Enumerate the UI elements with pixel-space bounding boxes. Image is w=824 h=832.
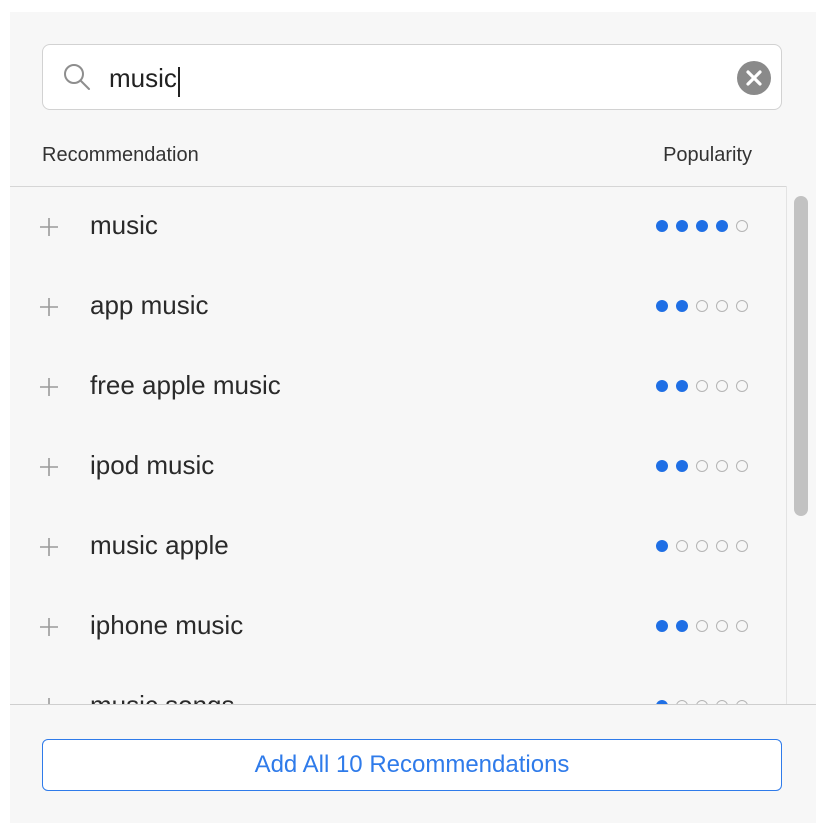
popularity-dot-empty [696,300,708,312]
popularity-dot-empty [696,380,708,392]
plus-icon[interactable] [38,216,60,238]
clear-icon[interactable] [737,61,771,95]
recommendation-label: app music [90,290,209,320]
recommendation-list-viewport: music app music free apple music ipod music… [10,186,816,704]
popularity-dot-filled [656,540,668,552]
popularity-dot-filled [676,380,688,392]
recommendations-panel: music Recommendation Popularity music app… [10,12,816,823]
plus-icon[interactable] [38,456,60,478]
popularity-dot-empty [716,380,728,392]
popularity-indicator [656,540,748,552]
plus-icon[interactable] [38,376,60,398]
add-all-recommendations-button[interactable]: Add All 10 Recommendations [42,739,782,791]
popularity-dot-filled [676,620,688,632]
popularity-dot-filled [656,380,668,392]
popularity-dot-empty [716,540,728,552]
popularity-dot-empty [736,540,748,552]
popularity-dot-empty [736,300,748,312]
list-item[interactable]: free apple music [10,346,786,426]
list-item[interactable]: app music [10,266,786,346]
recommendation-label: ipod music [90,450,215,480]
popularity-dot-empty [696,620,708,632]
search-icon [64,64,90,90]
popularity-dot-filled [656,460,668,472]
popularity-dot-empty [736,460,748,472]
popularity-dot-empty [696,460,708,472]
recommendation-label: music apple [90,530,229,560]
popularity-indicator [656,300,748,312]
popularity-indicator [656,220,748,232]
search-field[interactable]: music [42,44,782,110]
popularity-dot-filled [676,220,688,232]
list-item[interactable]: music apple [10,506,786,586]
popularity-dot-filled [656,620,668,632]
popularity-dot-empty [716,300,728,312]
plus-icon[interactable] [38,296,60,318]
popularity-dot-filled [656,220,668,232]
popularity-dot-filled [656,300,668,312]
list-item[interactable]: music [10,186,786,266]
popularity-indicator [656,620,748,632]
recommendation-label: iphone music [90,610,244,640]
recommendation-label: free apple music [90,370,281,400]
list-item[interactable]: music songs [10,666,786,704]
popularity-indicator [656,460,748,472]
popularity-dot-filled [696,220,708,232]
plus-icon[interactable] [38,616,60,638]
recommendation-label: music songs [90,688,235,704]
popularity-dot-filled [676,460,688,472]
popularity-dot-empty [736,380,748,392]
list-item[interactable]: ipod music [10,426,786,506]
search-input[interactable]: music [109,62,177,94]
popularity-indicator [656,380,748,392]
popularity-dot-empty [716,460,728,472]
popularity-dot-filled [716,220,728,232]
column-header-recommendation[interactable]: Recommendation [42,144,199,167]
table-header: Recommendation Popularity [10,130,816,187]
text-cursor [178,67,180,97]
footer: Add All 10 Recommendations [10,704,816,823]
popularity-dot-empty [736,620,748,632]
plus-icon[interactable] [38,696,60,704]
scrollbar-thumb[interactable] [794,196,808,516]
popularity-dot-filled [676,300,688,312]
recommendation-label: music [90,210,158,240]
popularity-dot-empty [736,220,748,232]
list-item[interactable]: iphone music [10,586,786,666]
scrollbar[interactable] [786,186,816,704]
popularity-dot-empty [696,540,708,552]
recommendation-list: music app music free apple music ipod music… [10,186,786,704]
popularity-dot-empty [716,620,728,632]
column-header-popularity[interactable]: Popularity [663,144,752,167]
popularity-dot-empty [676,540,688,552]
plus-icon[interactable] [38,536,60,558]
